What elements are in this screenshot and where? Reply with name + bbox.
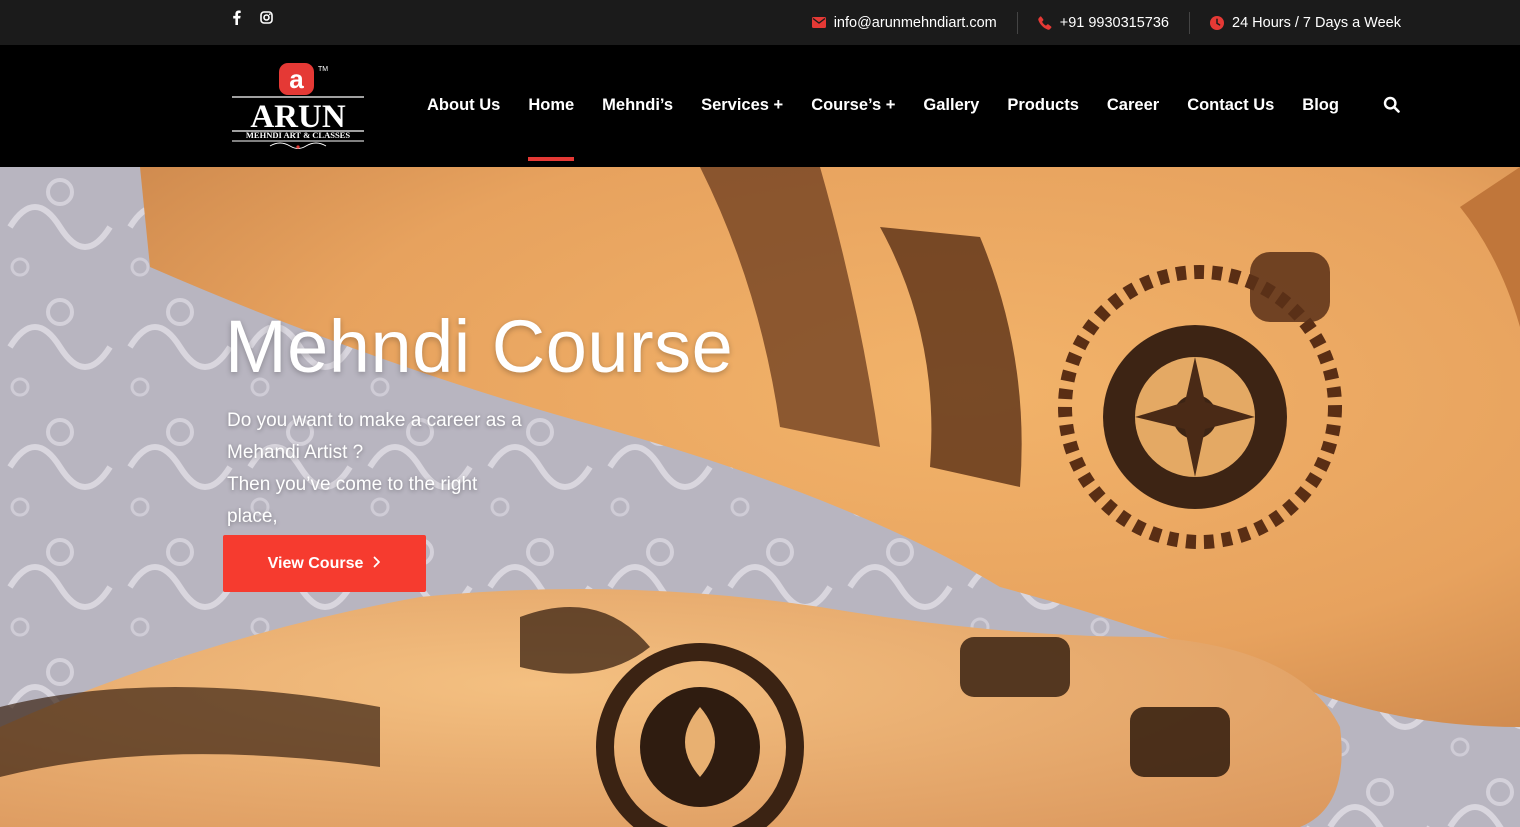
view-course-label: View Course <box>267 554 364 572</box>
envelope-icon <box>811 16 826 30</box>
logo-tm: TM <box>318 66 328 73</box>
nav-services[interactable]: Services + <box>687 45 797 167</box>
hours-info: 24 Hours / 7 Days a Week <box>1189 11 1401 34</box>
search-icon[interactable] <box>1383 96 1401 114</box>
hero-line-3: Then you’ve come to the right <box>227 474 478 495</box>
view-course-button[interactable]: View Course <box>223 535 426 592</box>
hero-slider: Mehndi Course Do you want to make a care… <box>0 167 1520 827</box>
contact-info: info@arunmehndiart.com +91 9930315736 24… <box>792 0 1401 45</box>
email-contact[interactable]: info@arunmehndiart.com <box>792 12 1017 34</box>
logo-tagline: MEHNDI ART & CLASSES <box>246 130 350 140</box>
logo-letter: a <box>289 64 304 94</box>
nav-home[interactable]: Home <box>514 45 588 167</box>
instagram-icon[interactable] <box>259 9 273 25</box>
hero-title: Mehndi Course <box>225 305 734 388</box>
email-text[interactable]: info@arunmehndiart.com <box>834 15 997 31</box>
phone-icon <box>1037 15 1052 30</box>
hero-description: Do you want to make a career as a Mehand… <box>227 405 577 533</box>
hero-line-2: Mehandi Artist ? <box>227 442 364 463</box>
nav-contact-us[interactable]: Contact Us <box>1173 45 1288 167</box>
hero-line-1: Do you want to make a career as a <box>227 410 522 431</box>
facebook-icon[interactable] <box>229 9 243 25</box>
site-header: a TM ARUN MEHNDI ART & CLASSES About Us … <box>0 45 1520 167</box>
phone-text[interactable]: +91 9930315736 <box>1060 15 1169 31</box>
phone-contact[interactable]: +91 9930315736 <box>1016 11 1189 34</box>
hours-text: 24 Hours / 7 Days a Week <box>1232 14 1401 31</box>
main-nav: About Us Home Mehndi’s Services + Course… <box>413 45 1353 167</box>
chevron-right-icon <box>373 555 381 573</box>
clock-icon <box>1210 15 1225 30</box>
nav-career[interactable]: Career <box>1093 45 1173 167</box>
nav-about-us[interactable]: About Us <box>413 45 514 167</box>
social-links <box>229 9 273 25</box>
nav-blog[interactable]: Blog <box>1288 45 1353 167</box>
nav-products[interactable]: Products <box>993 45 1093 167</box>
nav-mehndis[interactable]: Mehndi’s <box>588 45 687 167</box>
nav-gallery[interactable]: Gallery <box>909 45 993 167</box>
hero-line-4: place, <box>227 506 278 527</box>
nav-courses[interactable]: Course’s + <box>797 45 909 167</box>
site-logo[interactable]: a TM ARUN MEHNDI ART & CLASSES <box>230 61 366 153</box>
top-bar: info@arunmehndiart.com +91 9930315736 24… <box>0 0 1520 45</box>
